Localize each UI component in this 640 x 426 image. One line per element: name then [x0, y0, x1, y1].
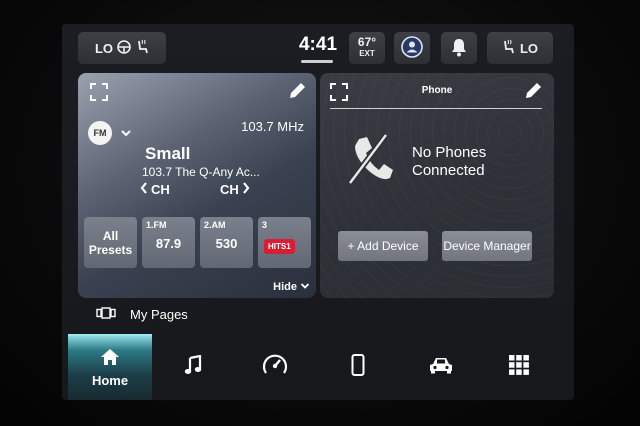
pages-icon	[96, 307, 116, 322]
phone-divider	[330, 108, 542, 109]
temperature-value: 67°	[357, 35, 377, 49]
preset-button-2[interactable]: 2.AM 530	[200, 217, 253, 268]
hide-presets-button[interactable]: Hide	[273, 281, 310, 293]
expand-icon[interactable]	[328, 81, 350, 103]
driver-climate-button[interactable]: LO	[78, 32, 166, 64]
edit-icon[interactable]	[286, 80, 308, 102]
device-manager-button[interactable]: Device Manager	[442, 231, 532, 261]
preset-label: 2.AM	[204, 220, 226, 230]
phone-title: Phone	[421, 85, 453, 96]
edit-icon[interactable]	[522, 80, 544, 102]
preset-value: 530	[215, 236, 238, 251]
driver-profile-icon	[400, 35, 424, 62]
driver-seat-level: LO	[94, 40, 114, 56]
gauge-icon	[261, 352, 289, 383]
all-presets-button[interactable]: All Presets	[84, 217, 137, 268]
radio-card: FM 103.7 MHz Small 103.7 The Q-Any Ac...…	[78, 73, 316, 298]
chevron-down-icon	[300, 281, 310, 293]
bottom-nav: Home	[62, 334, 574, 400]
temperature-label: EXT	[359, 49, 375, 58]
heated-seat-icon	[135, 39, 149, 58]
preset-button-3[interactable]: 3 HITS1	[258, 217, 311, 268]
channel-next-button[interactable]: CH	[220, 181, 250, 198]
heated-seat-icon	[502, 39, 516, 58]
add-device-button[interactable]: + Add Device	[338, 231, 428, 261]
preset-label: 1.FM	[146, 220, 167, 230]
station-logo: HITS1	[264, 239, 295, 254]
phone-disconnected-icon	[346, 133, 394, 190]
expand-icon[interactable]	[88, 81, 110, 103]
phone-card: Phone No Phones Connected + Add Device D…	[320, 73, 554, 298]
infotainment-screen: LO 4:41 67° EXT LO FM 103.7 MHz Small 10…	[62, 24, 574, 400]
clock-underline	[301, 60, 333, 63]
preset-value: 87.9	[155, 236, 182, 251]
nav-phone[interactable]	[342, 334, 374, 400]
home-label: Home	[91, 373, 129, 388]
bell-icon	[450, 37, 468, 60]
home-icon	[100, 348, 120, 371]
channel-next-label: CH	[220, 182, 239, 197]
exterior-temperature: 67° EXT	[349, 32, 385, 64]
preset-button-1[interactable]: 1.FM 87.9	[142, 217, 195, 268]
nav-vehicle[interactable]	[421, 334, 461, 400]
status-line-2: Connected	[412, 162, 485, 179]
music-note-icon	[184, 354, 202, 380]
my-pages-button[interactable]: My Pages	[96, 307, 188, 322]
preset-label: 3	[262, 220, 268, 230]
chevron-left-icon	[140, 181, 148, 198]
nav-home[interactable]: Home	[68, 334, 152, 400]
my-pages-label: My Pages	[130, 307, 188, 322]
chevron-right-icon	[242, 181, 250, 198]
status-line-1: No Phones	[412, 144, 487, 161]
driver-profile-button[interactable]	[394, 32, 430, 64]
channel-prev-button[interactable]: CH	[140, 181, 170, 198]
connection-status: No Phones Connected	[412, 144, 486, 180]
band-badge[interactable]: FM	[88, 121, 112, 145]
passenger-seat-level: LO	[519, 40, 539, 56]
nav-apps[interactable]	[503, 334, 535, 400]
chevron-down-icon[interactable]	[120, 125, 132, 143]
hide-label: Hide	[273, 281, 297, 293]
apps-grid-icon	[509, 354, 529, 380]
steering-heat-icon	[117, 39, 131, 57]
passenger-climate-button[interactable]: LO	[487, 32, 553, 64]
nav-performance[interactable]	[259, 334, 291, 400]
notifications-button[interactable]	[441, 32, 477, 64]
channel-prev-label: CH	[151, 182, 170, 197]
nav-media[interactable]	[177, 334, 209, 400]
song-info: 103.7 The Q-Any Ac...	[142, 165, 260, 179]
smartphone-icon	[351, 353, 365, 381]
car-icon	[428, 356, 454, 379]
station-name: Small	[145, 144, 191, 163]
radio-frequency: 103.7 MHz	[241, 119, 304, 134]
